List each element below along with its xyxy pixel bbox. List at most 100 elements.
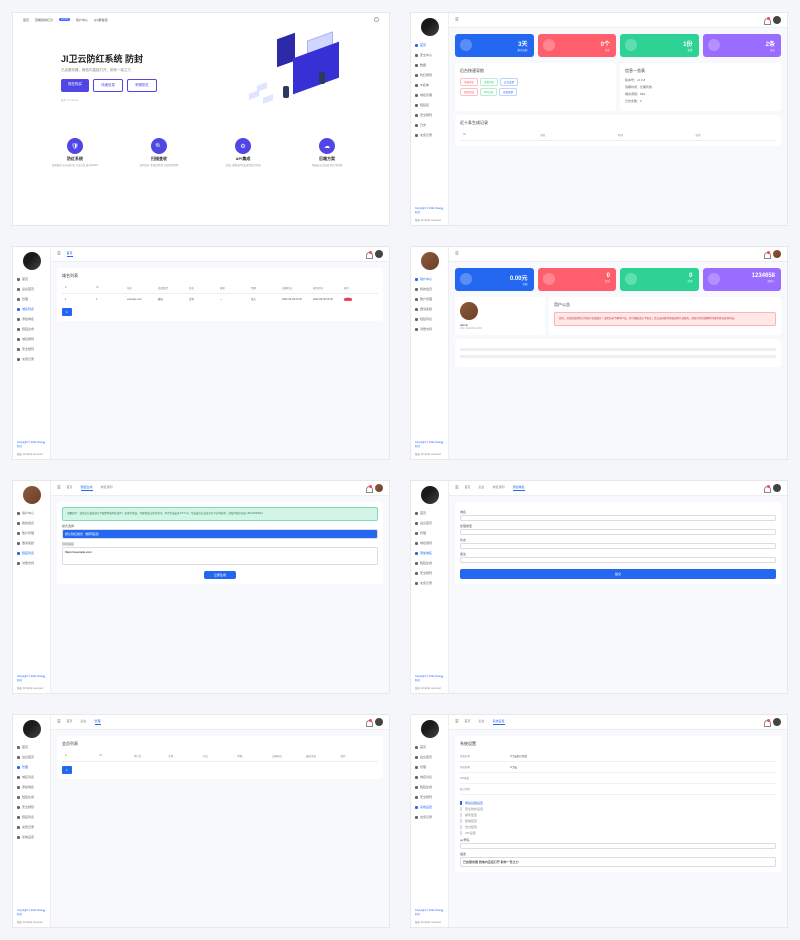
bell-icon[interactable] — [764, 720, 769, 725]
tab-home[interactable]: 首页 — [67, 251, 73, 257]
tab-home[interactable]: 首页 — [67, 485, 73, 491]
sidebar-item-data[interactable]: 数据 — [411, 60, 448, 70]
mode-select[interactable]: 默认防红模式（推荐首选） — [62, 529, 378, 539]
sidebar-item[interactable]: 用户中心 — [411, 274, 448, 284]
sidebar-item[interactable]: 域名规则 — [13, 334, 50, 344]
header-avatar[interactable] — [773, 250, 781, 258]
nav-check[interactable]: 查看我的红分 — [35, 18, 53, 22]
sidebar-item[interactable]: 管理 — [411, 528, 448, 538]
tab[interactable]: 域名规则 — [493, 485, 505, 491]
sidebar-item[interactable]: 充值记录 — [411, 812, 448, 822]
menu-toggle-icon[interactable]: ≡ — [57, 251, 61, 257]
sidebar-item[interactable]: 短链生成 — [13, 792, 50, 802]
table-row[interactable]: 11example.com跳转正常—永久2022-09-09 00:002022… — [62, 294, 378, 304]
sidebar-item[interactable]: 安全规则 — [411, 568, 448, 578]
sidebar-item[interactable]: 后台首页 — [411, 752, 448, 762]
status-select[interactable] — [460, 543, 776, 549]
tab[interactable]: 系统设置 — [493, 719, 505, 725]
sidebar-item[interactable]: 短链列表 — [13, 812, 50, 822]
tab[interactable]: 管理 — [95, 719, 101, 725]
tab-rules[interactable]: 域名规则 — [101, 485, 113, 491]
nav-home[interactable]: 首页 — [23, 18, 29, 22]
sidebar-item[interactable]: 首页 — [13, 742, 50, 752]
menu-toggle-icon[interactable]: ≡ — [57, 719, 61, 725]
setting-input[interactable]: JI卫云防红系统 — [510, 754, 776, 758]
sidebar-item[interactable]: 用户中心 — [13, 508, 50, 518]
nav-qq[interactable]: QQ群答题 — [94, 18, 108, 22]
accordion-item[interactable]: API设置 — [460, 831, 776, 835]
sidebar-item[interactable]: 充值记录 — [13, 822, 50, 832]
bell-icon[interactable] — [366, 486, 371, 491]
avatar[interactable] — [23, 486, 41, 504]
tab[interactable]: 添加域名 — [513, 485, 525, 491]
sidebar-item[interactable]: 域名列表 — [13, 772, 50, 782]
sidebar-item[interactable]: 管理 — [411, 762, 448, 772]
chat-button[interactable]: 来聊防红 — [127, 79, 157, 92]
avatar[interactable] — [421, 252, 439, 270]
sidebar-item[interactable]: 我的会员 — [411, 284, 448, 294]
sidebar-item[interactable]: 安全规则 — [13, 344, 50, 354]
url-textarea[interactable]: https://example.com — [62, 547, 378, 565]
menu-toggle-icon[interactable]: ≡ — [455, 17, 459, 23]
sidebar-item[interactable]: 短链生成 — [13, 324, 50, 334]
sidebar-item-rules[interactable]: 防红规则 — [411, 70, 448, 80]
bell-icon[interactable] — [366, 252, 371, 257]
sidebar-item[interactable]: 域名规则 — [411, 538, 448, 548]
tab[interactable]: 后台 — [479, 719, 485, 725]
delete-button[interactable]: 删除 — [344, 298, 352, 301]
sidebar-item-domain-list[interactable]: 域名列表 — [13, 304, 50, 314]
sidebar-item[interactable]: 账户管理 — [411, 294, 448, 304]
quick-shortlink[interactable]: 短链生成 — [460, 88, 478, 96]
setting-input[interactable]: JI卫云 — [510, 765, 776, 769]
domain-input[interactable] — [460, 515, 776, 521]
sidebar-item-ip[interactable]: IP名单 — [411, 80, 448, 90]
user-icon[interactable] — [374, 17, 379, 22]
sidebar-item[interactable]: 首页 — [411, 508, 448, 518]
accordion-item[interactable]: 支付配置 — [460, 825, 776, 829]
sidebar-item[interactable]: 系统设置 — [13, 832, 50, 842]
sidebar-item[interactable]: 短链列表 — [411, 314, 448, 324]
quick-security[interactable]: 安全设置 — [500, 78, 518, 86]
sidebar-item-domain[interactable]: 域名管理 — [411, 90, 448, 100]
sidebar-item[interactable]: 短链生成 — [411, 782, 448, 792]
setting-input[interactable] — [510, 776, 776, 780]
sidebar-item[interactable]: 账户管理 — [13, 528, 50, 538]
bell-icon[interactable] — [764, 18, 769, 23]
header-avatar[interactable] — [773, 484, 781, 492]
sidebar-item[interactable]: 添加域名 — [411, 548, 448, 558]
sidebar-item-pay[interactable]: 充值记录 — [411, 130, 448, 140]
tab[interactable]: 首页 — [465, 485, 471, 491]
bell-icon[interactable] — [764, 252, 769, 257]
menu-toggle-icon[interactable]: ≡ — [57, 485, 61, 491]
sidebar-item[interactable]: 我的会员 — [13, 518, 50, 528]
nav-user[interactable]: 用户中心 — [76, 18, 88, 22]
sidebar-item[interactable]: 后台首页 — [13, 752, 50, 762]
sidebar-item[interactable]: 对账支持 — [13, 558, 50, 568]
submit-button[interactable]: 提交 — [460, 569, 776, 579]
header-avatar[interactable] — [773, 718, 781, 726]
quick-topup[interactable]: 充值续费 — [499, 88, 517, 96]
desc-input[interactable]: 已启服务器 微信内直接打开 助你一臂之力 — [460, 857, 776, 867]
avatar[interactable] — [421, 486, 439, 504]
sidebar-item[interactable]: 系统设置 — [411, 802, 448, 812]
header-avatar[interactable] — [375, 250, 383, 258]
menu-toggle-icon[interactable]: ≡ — [455, 251, 459, 257]
sidebar-item[interactable]: 管理 — [13, 294, 50, 304]
tab[interactable]: 后台 — [81, 719, 87, 725]
sidebar-item[interactable]: 安全规则 — [13, 802, 50, 812]
sidebar-item-security[interactable]: 安全中心 — [411, 50, 448, 60]
sidebar-item-srules[interactable]: 安全规则 — [411, 110, 448, 120]
sidebar-item[interactable]: 安全规则 — [411, 792, 448, 802]
sidebar-item[interactable]: 首页 — [411, 742, 448, 752]
setting-input[interactable] — [510, 787, 776, 791]
avatar[interactable] — [421, 720, 439, 738]
accordion-item[interactable]: 短信配置 — [460, 819, 776, 823]
header-avatar[interactable] — [375, 718, 383, 726]
menu-toggle-icon[interactable]: ≡ — [455, 719, 459, 725]
sidebar-item[interactable]: 添加域名 — [13, 314, 50, 324]
avatar[interactable] — [23, 252, 41, 270]
sidebar-item[interactable]: 短链列表 — [13, 548, 50, 558]
avatar[interactable] — [421, 18, 439, 36]
bell-icon[interactable] — [366, 720, 371, 725]
accordion-item[interactable]: 邮件配置 — [460, 813, 776, 817]
